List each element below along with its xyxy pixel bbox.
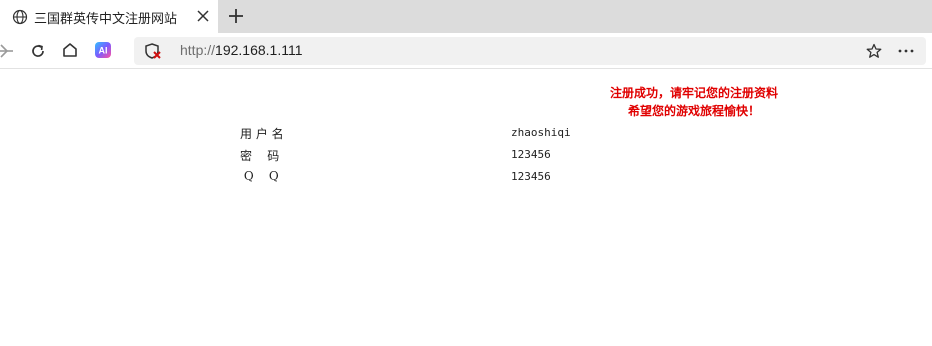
star-icon[interactable] (866, 43, 882, 59)
arrow-left-icon[interactable] (0, 42, 14, 60)
info-row-password: 密 码 123456 (0, 147, 932, 165)
browser-tab[interactable]: 三国群英传中文注册网站 (0, 0, 218, 33)
tab-title: 三国群英传中文注册网站 (34, 12, 178, 27)
username-value: zhaoshiqi (511, 126, 571, 139)
shield-x-icon[interactable] (144, 42, 162, 60)
reload-icon[interactable] (29, 42, 47, 60)
close-icon[interactable] (196, 9, 210, 23)
url-text[interactable]: http://192.168.1.111 (180, 42, 302, 58)
qq-label: Q Q (240, 169, 279, 183)
username-label: 用 户 名 (240, 127, 284, 141)
svg-text:AI: AI (99, 46, 108, 56)
ai-icon[interactable]: AI (94, 41, 112, 59)
home-icon[interactable] (61, 41, 79, 59)
tab-strip: 三国群英传中文注册网站 (0, 0, 932, 33)
qq-value: 123456 (511, 170, 551, 183)
plus-icon[interactable] (226, 6, 246, 26)
browser-toolbar: AI http://192.168.1.111 (0, 33, 932, 69)
info-row-qq: Q Q 123456 (0, 169, 932, 187)
url-host: 192.168.1.111 (215, 42, 303, 58)
globe-icon (12, 9, 28, 25)
address-bar[interactable]: http://192.168.1.111 (134, 37, 926, 65)
success-message: 注册成功，请牢记您的注册资料 希望您的游戏旅程愉快！ (594, 84, 794, 120)
success-message-line1: 注册成功，请牢记您的注册资料 (609, 86, 778, 100)
page-content: 注册成功，请牢记您的注册资料 希望您的游戏旅程愉快！ 用 户 名 zhaoshi… (0, 70, 932, 346)
url-scheme: http:// (180, 42, 216, 58)
more-icon[interactable] (898, 49, 914, 53)
password-label: 密 码 (240, 149, 280, 163)
success-message-line2: 希望您的游戏旅程愉快！ (627, 104, 760, 118)
password-value: 123456 (511, 148, 551, 161)
info-row-username: 用 户 名 zhaoshiqi (0, 125, 932, 143)
